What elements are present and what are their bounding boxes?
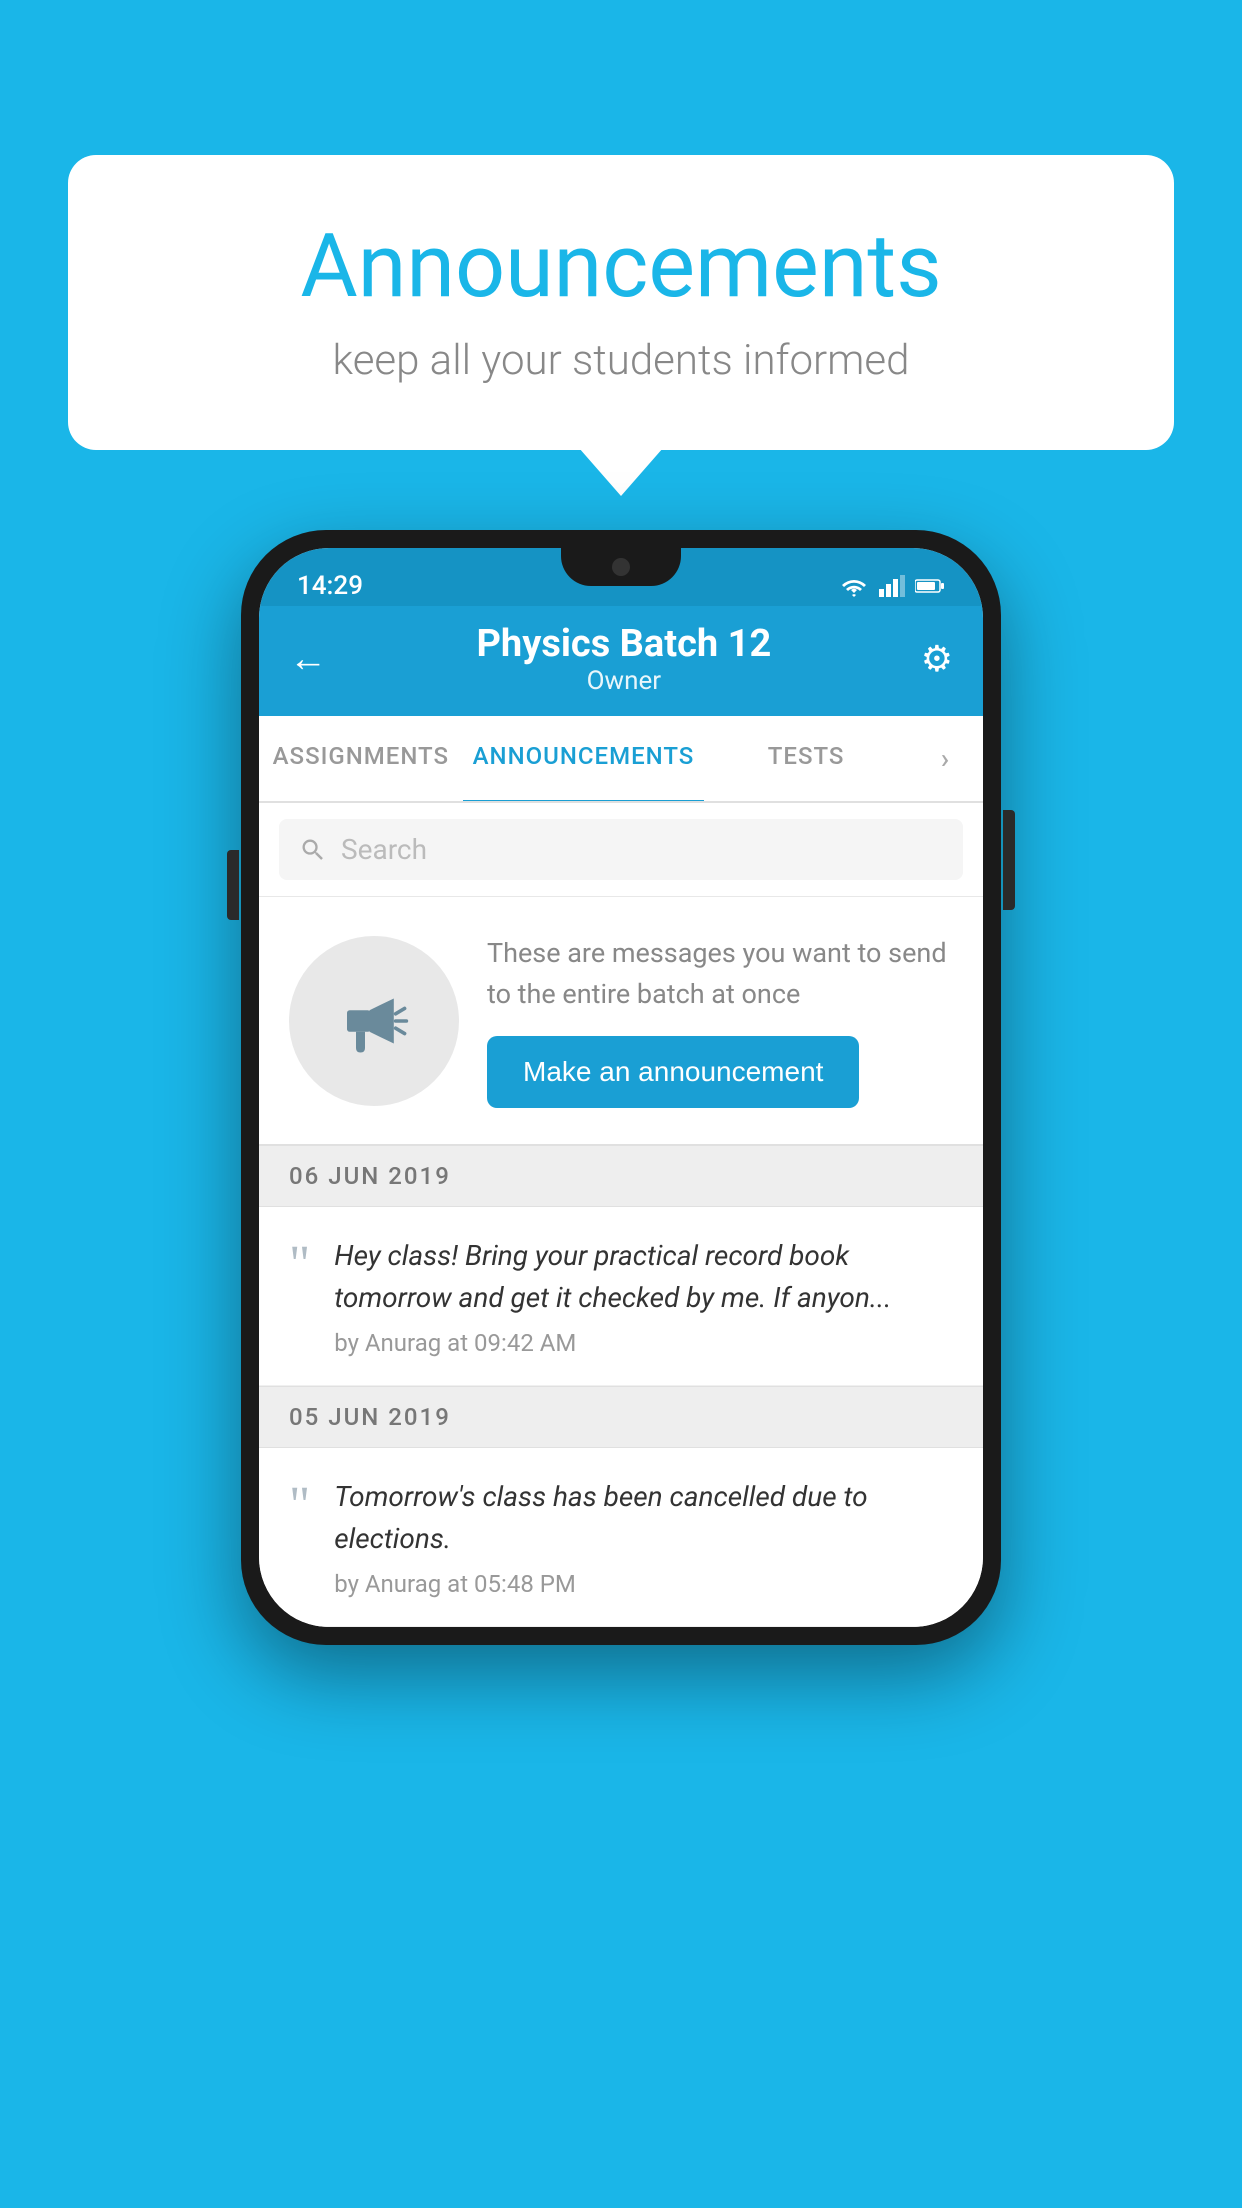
settings-icon[interactable]: ⚙ <box>921 638 953 680</box>
announcement-item-1[interactable]: " Hey class! Bring your practical record… <box>259 1207 983 1386</box>
announcement-content-1: Hey class! Bring your practical record b… <box>334 1235 953 1357</box>
app-header: ← Physics Batch 12 Owner ⚙ <box>259 606 983 716</box>
status-time: 14:29 <box>297 571 363 601</box>
announcement-text-1: Hey class! Bring your practical record b… <box>334 1235 953 1319</box>
back-button[interactable]: ← <box>289 637 327 681</box>
speech-bubble-section: Announcements keep all your students inf… <box>68 155 1174 450</box>
tab-assignments[interactable]: ASSIGNMENTS <box>259 716 463 801</box>
promo-content: These are messages you want to send to t… <box>487 933 953 1108</box>
camera-dot <box>612 558 630 576</box>
search-placeholder: Search <box>341 833 427 866</box>
quote-icon-2: " <box>289 1476 310 1532</box>
tab-tests[interactable]: TESTS <box>704 716 908 801</box>
quote-icon-1: " <box>289 1235 310 1291</box>
date-separator-1: 06 JUN 2019 <box>259 1145 983 1207</box>
search-input-wrapper[interactable]: Search <box>279 819 963 880</box>
phone-inner-shell: 14:29 <box>259 548 983 1627</box>
phone-mockup: 14:29 <box>241 530 1001 1645</box>
bubble-subtitle: keep all your students informed <box>148 336 1094 385</box>
speech-bubble-card: Announcements keep all your students inf… <box>68 155 1174 450</box>
announcement-content-2: Tomorrow's class has been cancelled due … <box>334 1476 953 1598</box>
search-icon <box>299 836 327 864</box>
megaphone-icon <box>329 976 419 1066</box>
search-container: Search <box>259 803 983 897</box>
status-icons <box>839 575 945 597</box>
tab-more[interactable]: › <box>908 716 983 801</box>
announcement-meta-1: by Anurag at 09:42 AM <box>334 1329 953 1357</box>
header-subtitle: Owner <box>476 666 771 696</box>
signal-icon <box>879 575 905 597</box>
header-center: Physics Batch 12 Owner <box>476 622 771 696</box>
announcement-icon-circle <box>289 936 459 1106</box>
phone-outer-shell: 14:29 <box>241 530 1001 1645</box>
header-title: Physics Batch 12 <box>476 622 771 666</box>
announcement-text-2: Tomorrow's class has been cancelled due … <box>334 1476 953 1560</box>
promo-section: These are messages you want to send to t… <box>259 897 983 1145</box>
announcement-meta-2: by Anurag at 05:48 PM <box>334 1570 953 1598</box>
date-separator-2: 05 JUN 2019 <box>259 1386 983 1448</box>
tabs-bar: ASSIGNMENTS ANNOUNCEMENTS TESTS › <box>259 716 983 803</box>
tab-announcements[interactable]: ANNOUNCEMENTS <box>463 716 705 801</box>
phone-screen: 14:29 <box>259 548 983 1627</box>
promo-description: These are messages you want to send to t… <box>487 933 953 1014</box>
battery-icon <box>915 578 945 594</box>
phone-notch <box>561 548 681 586</box>
wifi-icon <box>839 575 869 597</box>
make-announcement-button[interactable]: Make an announcement <box>487 1036 859 1108</box>
announcement-item-2[interactable]: " Tomorrow's class has been cancelled du… <box>259 1448 983 1627</box>
bubble-title: Announcements <box>148 215 1094 318</box>
